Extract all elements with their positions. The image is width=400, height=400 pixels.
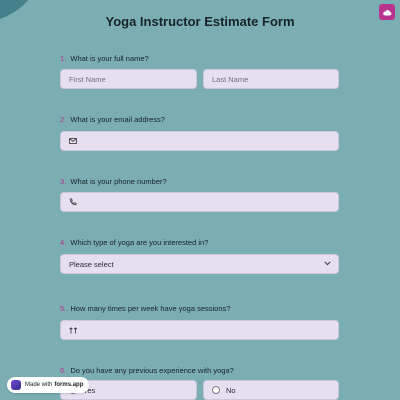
yoga-type-selected: Please select <box>69 259 114 269</box>
question-4: 4. Which type of yoga are you interested… <box>60 238 208 247</box>
phone-input[interactable] <box>60 192 339 212</box>
question-label: What is your email address? <box>70 115 165 124</box>
last-name-input[interactable]: Last Name <box>203 69 339 89</box>
mail-icon <box>69 138 77 144</box>
number-icon <box>69 326 78 333</box>
question-number: 6. <box>60 366 67 375</box>
question-label: What is your phone number? <box>70 177 167 186</box>
yoga-type-select[interactable]: Please select <box>60 254 339 274</box>
sessions-per-week-input[interactable] <box>60 320 339 340</box>
question-label: Do you have any previous experience with… <box>70 366 234 375</box>
experience-option-no[interactable]: No <box>203 380 339 400</box>
form-title: Yoga Instructor Estimate Form <box>105 14 295 29</box>
badge-prefix: Made with <box>25 382 53 388</box>
question-3: 3. What is your phone number? <box>60 177 167 186</box>
question-number: 3. <box>60 177 67 186</box>
question-1: 1. What is your full name? <box>60 54 149 63</box>
made-with-badge[interactable]: Made with forms.app <box>7 377 90 393</box>
question-2: 2. What is your email address? <box>60 115 165 124</box>
phone-icon <box>69 198 77 206</box>
question-number: 4. <box>60 238 67 247</box>
option-label: No <box>226 385 236 395</box>
question-number: 1. <box>60 54 67 63</box>
question-number: 5. <box>60 304 67 313</box>
badge-brand: forms.app <box>54 382 84 388</box>
email-input[interactable] <box>60 131 339 151</box>
question-label: How many times per week have yoga sessio… <box>70 304 231 313</box>
first-name-placeholder: First Name <box>69 74 106 84</box>
question-label: Which type of yoga are you interested in… <box>70 238 209 247</box>
last-name-placeholder: Last Name <box>212 74 249 84</box>
question-5: 5. How many times per week have yoga ses… <box>60 304 230 313</box>
chevron-down-icon <box>324 261 331 266</box>
question-number: 2. <box>60 115 67 124</box>
first-name-input[interactable]: First Name <box>60 69 197 89</box>
radio-button <box>212 386 220 394</box>
question-label: What is your full name? <box>70 54 149 63</box>
forms-app-logo-icon <box>11 380 21 390</box>
question-6: 6. Do you have any previous experience w… <box>60 366 234 375</box>
